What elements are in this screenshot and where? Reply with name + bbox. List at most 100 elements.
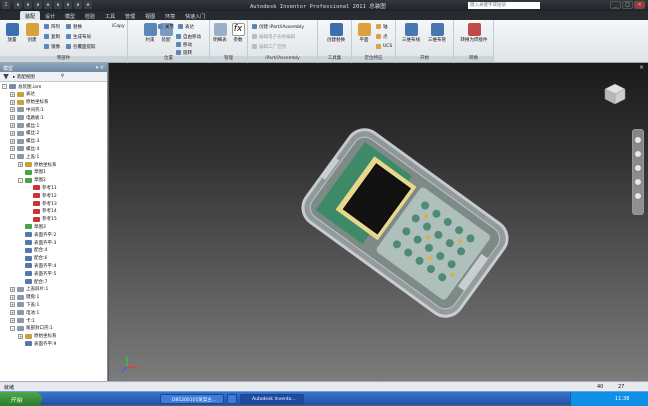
tree-node[interactable]: + 卡:1	[10, 317, 35, 324]
tree-node[interactable]: + 中间壳:1	[10, 106, 44, 113]
find-icon[interactable]: ⚲	[61, 74, 64, 79]
tree-node[interactable]: + 原始坐标系	[18, 161, 57, 168]
close-icon[interactable]: ×	[634, 1, 645, 9]
expand-toggle-icon[interactable]: +	[10, 286, 15, 292]
shrinkwrap-button[interactable]: 包覆面提取	[66, 43, 96, 50]
parameters-button[interactable]: fx 参数	[228, 23, 248, 43]
tree-node[interactable]: - 尾部封口壳:1	[10, 325, 53, 332]
task-button-3[interactable]: Autodesk Invento...	[240, 394, 304, 404]
tree-node[interactable]: 配合:6	[18, 255, 47, 262]
tab-8[interactable]: 快速入门	[180, 11, 210, 20]
edit-spreadsheet-button[interactable]: 编辑电子表格编辑	[252, 33, 295, 40]
expand-toggle-icon[interactable]: +	[18, 333, 23, 339]
place-button[interactable]: 放置	[2, 23, 22, 43]
create-button[interactable]: 创建	[22, 23, 42, 43]
plane-button[interactable]: 平面	[354, 23, 374, 43]
tree-node[interactable]: 参考12	[26, 192, 57, 199]
expand-toggle-icon[interactable]: +	[10, 310, 15, 316]
tree-node[interactable]: 表面齐平:9	[18, 340, 56, 347]
free-move-button[interactable]: 自由移动	[176, 33, 201, 40]
home-icon[interactable]: ▪	[64, 1, 72, 9]
joint-button[interactable]: 关节	[158, 23, 174, 30]
tree-node[interactable]: + 螺丝:1	[10, 122, 39, 129]
steering-wheel-icon[interactable]	[634, 136, 642, 144]
tree-node[interactable]: + 螺丝:3	[10, 138, 39, 145]
tab-7[interactable]: 环境	[160, 11, 180, 20]
expand-toggle-icon[interactable]: +	[10, 302, 15, 308]
tree-node[interactable]: + 表达	[10, 91, 35, 98]
tree-node[interactable]: + 螺丝:2	[10, 130, 39, 137]
point-button[interactable]: 点	[376, 33, 388, 40]
expand-toggle-icon[interactable]: +	[10, 107, 15, 113]
filter-icon[interactable]	[3, 73, 9, 80]
navigation-bar[interactable]	[632, 129, 644, 215]
task-button-2[interactable]	[227, 394, 237, 404]
search-input[interactable]: 键入关键字或短语	[468, 2, 540, 9]
expand-toggle-icon[interactable]: +	[10, 294, 15, 300]
maximize-icon[interactable]: □	[622, 1, 633, 9]
tree-node[interactable]: 草图1	[18, 169, 46, 176]
cable-harness-button[interactable]: 三维布线	[400, 23, 422, 43]
tab-4[interactable]: 工具	[100, 11, 120, 20]
tube-pipe-button[interactable]: 三维布管	[426, 23, 448, 43]
create-ipart-button[interactable]: 创建 iPart/iAssembly	[252, 23, 304, 30]
expand-toggle-icon[interactable]: +	[10, 138, 15, 144]
tree-node[interactable]: 参考13	[26, 200, 57, 207]
expand-toggle-icon[interactable]: +	[10, 91, 15, 97]
pan-icon[interactable]	[634, 150, 642, 158]
redo-icon[interactable]: ▪	[54, 1, 62, 9]
open-icon[interactable]: ▪	[24, 1, 32, 9]
tree-node[interactable]: 配合:4	[18, 247, 47, 254]
undo-icon[interactable]: ▪	[44, 1, 52, 9]
tree-node[interactable]: 表面齐平:5	[18, 270, 56, 277]
tab-3[interactable]: 检验	[80, 11, 100, 20]
tree-node[interactable]: - 上盖:1	[10, 153, 39, 160]
convert-weldment-button[interactable]: 转换为焊接件	[458, 23, 490, 43]
tab-6[interactable]: 视图	[140, 11, 160, 20]
tree-node[interactable]: + 电路板:1	[10, 114, 44, 121]
viewcube-icon[interactable]	[603, 82, 627, 106]
browser-menu-icon[interactable]: ▾ ×	[96, 65, 104, 71]
new-icon[interactable]: ▪	[14, 1, 22, 9]
tree-node[interactable]: 草图3	[18, 223, 46, 230]
tree-node[interactable]: + 下盖:1	[10, 301, 39, 308]
ucs-button[interactable]: UCS	[376, 43, 392, 50]
tree-node[interactable]: - 草图2	[18, 177, 46, 184]
axis-button[interactable]: 轴	[376, 23, 388, 30]
make-layout-button[interactable]: 生成布局	[66, 33, 91, 40]
pattern-button[interactable]: 阵列	[44, 23, 60, 30]
expand-toggle-icon[interactable]: -	[10, 154, 15, 160]
tab-0[interactable]: 装配	[20, 11, 41, 20]
create-substitute-button[interactable]: 创建替换	[324, 23, 348, 43]
tree-node[interactable]: - 总装图.iam	[2, 83, 41, 90]
expand-toggle-icon[interactable]: +	[10, 99, 15, 105]
expand-toggle-icon[interactable]: -	[18, 177, 23, 183]
task-button-1[interactable]: D85200105某案主...	[160, 394, 224, 404]
expand-toggle-icon[interactable]: +	[18, 162, 23, 167]
bom-button[interactable]: 明细表	[210, 23, 230, 43]
expand-toggle-icon[interactable]: -	[10, 325, 15, 331]
tree-node[interactable]: 配合:7	[18, 278, 47, 285]
graphics-window[interactable]: ×	[109, 63, 648, 381]
icopy-button[interactable]: iCopy	[112, 23, 125, 30]
expand-toggle-icon[interactable]: +	[10, 130, 15, 136]
tree-node[interactable]: + 原始坐标系	[18, 333, 57, 340]
view-dropdown[interactable]: ▸ 装配视图	[13, 74, 35, 80]
tree-node[interactable]: + 原始坐标系	[10, 99, 49, 106]
mirror-button[interactable]: 镜像	[44, 43, 60, 50]
expand-toggle-icon[interactable]: +	[10, 146, 15, 152]
tab-2[interactable]: 模型	[60, 11, 80, 20]
move-button[interactable]: 移动	[176, 41, 192, 48]
tree-node[interactable]: 表面齐平:4	[18, 262, 56, 269]
represent-button[interactable]: 表达	[178, 23, 194, 30]
tree-node[interactable]: 参考15	[26, 216, 57, 223]
tree-node[interactable]: + 螺丝:4	[10, 145, 39, 152]
tree-node[interactable]: 表面齐平:3	[18, 239, 56, 246]
expand-toggle-icon[interactable]: +	[10, 318, 15, 323]
tab-1[interactable]: 设计	[40, 11, 60, 20]
expand-toggle-icon[interactable]: +	[10, 123, 15, 128]
phone-model[interactable]	[109, 63, 648, 381]
tree-node[interactable]: + 上盖屏片:1	[10, 286, 48, 293]
zoom-icon[interactable]	[634, 164, 642, 172]
select-icon[interactable]: ▪	[74, 1, 82, 9]
